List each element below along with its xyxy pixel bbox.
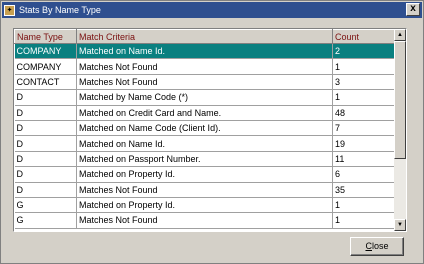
- window-close-button[interactable]: x: [406, 3, 420, 16]
- column-header-match-criteria[interactable]: Match Criteria: [76, 29, 333, 44]
- cell-count: 11: [332, 151, 396, 168]
- cell-count: 48: [332, 105, 396, 121]
- cell-match-criteria: Matched on Property Id.: [76, 166, 333, 183]
- table-row[interactable]: D Matched on Property Id. 6: [14, 166, 396, 183]
- cell-name-type: G: [14, 212, 77, 229]
- table-row[interactable]: D Matched by Name Code (*) 1: [14, 89, 396, 106]
- stats-grid: Name Type Match Criteria Count COMPANY Ma…: [13, 28, 407, 232]
- cell-count: 7: [332, 120, 396, 137]
- cell-match-criteria: Matches Not Found: [76, 182, 333, 198]
- column-header-count[interactable]: Count: [332, 29, 396, 44]
- cell-count: 6: [332, 166, 396, 183]
- cell-name-type: D: [14, 120, 77, 137]
- cell-count: 19: [332, 135, 396, 152]
- cell-match-criteria: Matched by Name Code (*): [76, 89, 333, 106]
- table-row[interactable]: COMPANY Matched on Name Id. 2: [14, 43, 396, 60]
- window-title: Stats By Name Type: [19, 5, 101, 15]
- cell-match-criteria: Matches Not Found: [76, 74, 333, 91]
- vertical-scrollbar[interactable]: ▲ ▼: [394, 29, 406, 231]
- cell-name-type: G: [14, 197, 77, 214]
- cell-count: 2: [332, 43, 396, 60]
- table-row[interactable]: D Matched on Passport Number. 11: [14, 151, 396, 168]
- cell-match-criteria: Matches Not Found: [76, 212, 333, 229]
- table-row[interactable]: COMPANY Matches Not Found 1: [14, 58, 396, 75]
- cell-match-criteria: Matched on Name Id.: [76, 135, 333, 152]
- cell-match-criteria: Matched on Name Code (Client Id).: [76, 120, 333, 137]
- cell-name-type: D: [14, 89, 77, 106]
- app-icon: ✦: [4, 4, 15, 16]
- close-button[interactable]: Close: [350, 237, 404, 256]
- cell-count: 1: [332, 197, 396, 214]
- table-row[interactable]: D Matched on Name Code (Client Id). 7: [14, 120, 396, 137]
- scroll-down-arrow-icon[interactable]: ▼: [394, 219, 406, 231]
- cell-match-criteria: Matched on Property Id.: [76, 197, 333, 214]
- cell-name-type: CONTACT: [14, 74, 77, 91]
- scroll-up-arrow-icon[interactable]: ▲: [394, 29, 406, 41]
- cell-match-criteria: Matched on Passport Number.: [76, 151, 333, 168]
- cell-name-type: COMPANY: [14, 58, 77, 75]
- cell-count: 35: [332, 182, 396, 198]
- cell-name-type: COMPANY: [14, 43, 77, 60]
- cell-name-type: D: [14, 135, 77, 152]
- scroll-thumb[interactable]: [394, 41, 406, 159]
- cell-match-criteria: Matched on Name Id.: [76, 43, 333, 60]
- table-row[interactable]: D Matched on Credit Card and Name. 48: [14, 105, 396, 121]
- cell-count: 1: [332, 58, 396, 75]
- column-header-name-type[interactable]: Name Type: [14, 29, 77, 44]
- table-row[interactable]: CONTACT Matches Not Found 3: [14, 74, 396, 91]
- table-row[interactable]: D Matched on Name Id. 19: [14, 135, 396, 152]
- cell-count: 3: [332, 74, 396, 91]
- cell-name-type: D: [14, 105, 77, 121]
- table-row[interactable]: D Matches Not Found 35: [14, 182, 396, 198]
- stats-table: Name Type Match Criteria Count COMPANY Ma…: [14, 29, 396, 229]
- cell-count: 1: [332, 212, 396, 229]
- cell-name-type: D: [14, 166, 77, 183]
- cell-name-type: D: [14, 151, 77, 168]
- stats-window: ✦ Stats By Name Type x Name Type Match C…: [0, 0, 424, 264]
- cell-name-type: D: [14, 182, 77, 198]
- table-row[interactable]: G Matched on Property Id. 1: [14, 197, 396, 214]
- table-header-row: Name Type Match Criteria Count: [14, 29, 396, 44]
- title-bar[interactable]: ✦ Stats By Name Type x: [2, 2, 422, 18]
- cell-match-criteria: Matches Not Found: [76, 58, 333, 75]
- cell-match-criteria: Matched on Credit Card and Name.: [76, 105, 333, 121]
- cell-count: 1: [332, 89, 396, 106]
- table-row[interactable]: G Matches Not Found 1: [14, 212, 396, 229]
